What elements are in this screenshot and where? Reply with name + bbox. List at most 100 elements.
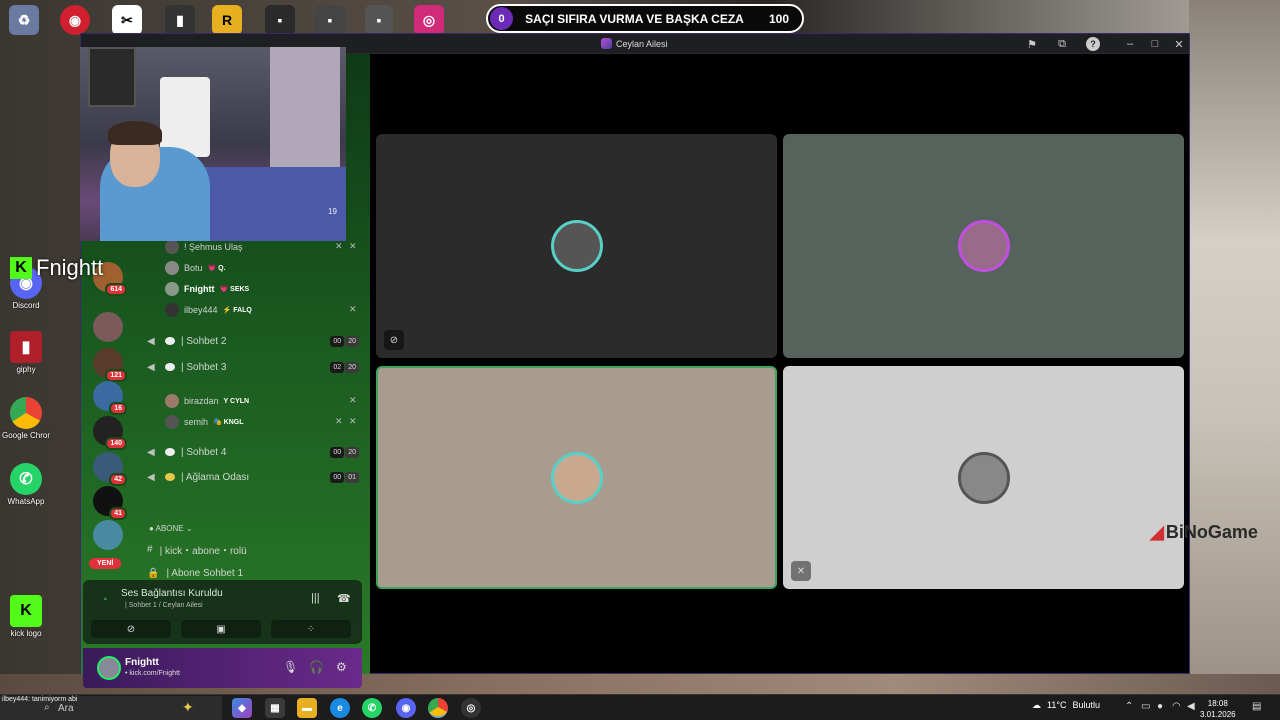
help-icon[interactable]: ? <box>1086 37 1100 51</box>
cloud-icon: ☁ <box>1032 700 1041 710</box>
rockstar-icon[interactable]: R <box>212 5 242 35</box>
chevron-up-icon[interactable]: ⌃ <box>1125 701 1133 712</box>
desktop-icon-giphy[interactable]: ▮ giphy <box>2 331 50 374</box>
member-tag: Y CYLN <box>223 397 250 405</box>
window-title: Ceylan Ailesi <box>601 38 668 49</box>
chat-bubble-icon <box>165 363 175 371</box>
channel-name: | Ağlama Odası <box>181 471 250 483</box>
voice-tile[interactable]: ✕ <box>783 366 1184 589</box>
noise-suppression-icon[interactable]: ||| <box>311 592 320 604</box>
copilot-icon[interactable]: ◆ <box>232 698 252 718</box>
voice-status[interactable]: Ses Bağlantısı Kuruldu <box>121 588 223 599</box>
voice-member[interactable]: ilbey444 ⚡ FALQ <box>165 302 252 318</box>
voice-member-self[interactable]: Fnightt 💗 SEKS <box>165 281 249 297</box>
muted-icon: ✕ <box>335 241 343 251</box>
binogame-watermark: ◢ BiNoGame <box>1150 522 1258 543</box>
popout-icon[interactable]: ⧉ <box>1055 37 1069 51</box>
microphone-icon[interactable]: ● <box>1157 701 1163 712</box>
voice-tile-speaking[interactable] <box>376 366 777 589</box>
webcam-bed <box>200 167 346 241</box>
member-tag: 🎭 KNGL <box>213 419 244 426</box>
notification-icon[interactable]: ▤ <box>1252 701 1261 712</box>
chat-bubble-icon <box>165 448 175 456</box>
desktop-icon-label: Google Chrome <box>2 431 50 440</box>
store-icon[interactable]: ▦ <box>265 698 285 718</box>
app-icon-thumb[interactable]: ▪ <box>265 5 295 35</box>
guild-icon[interactable]: 42 <box>93 452 127 486</box>
capcut-icon[interactable]: ✂ <box>112 5 142 35</box>
voice-channel-sohbet-3[interactable]: ◀ | Sohbet 3 02 20 <box>147 358 359 376</box>
voice-member[interactable]: ! Şehmus Ulaş <box>165 239 243 255</box>
avatar <box>165 303 179 317</box>
app-icon-dark[interactable]: ▮ <box>165 5 195 35</box>
goal-target: 100 <box>768 11 790 26</box>
guild-icon[interactable] <box>93 520 123 550</box>
text-channel-kick-abone[interactable]: # | kick・abone・rolü <box>147 540 247 558</box>
avatar <box>550 451 603 504</box>
chrome-icon[interactable] <box>428 698 448 718</box>
weather-widget[interactable]: ☁ 11°C Bulutlu <box>1032 700 1100 711</box>
guild-icon[interactable]: 41 <box>93 486 127 520</box>
voice-connection-panel: ◔ Ses Bağlantısı Kuruldu | Sohbet 1 / Ce… <box>83 580 362 644</box>
window-title-text: Ceylan Ailesi <box>616 38 668 49</box>
app-icon-thumb-3[interactable]: ▪ <box>365 5 393 35</box>
category-header[interactable]: ● ABONE ⌄ <box>149 524 193 533</box>
signal-icon: ◔ <box>101 594 108 606</box>
instagram-icon[interactable]: ◎ <box>414 5 444 35</box>
recycle-bin-icon[interactable]: ♻ <box>9 5 39 35</box>
desktop-icon-chrome[interactable]: Google Chrome <box>2 397 50 440</box>
maximize-icon[interactable]: □ <box>1148 37 1162 51</box>
voice-tile[interactable]: ⊘ <box>376 134 777 358</box>
voice-channel-sohbet-4[interactable]: ◀ | Sohbet 4 00 20 <box>147 443 359 461</box>
voice-member[interactable]: Botu 💗 Q. <box>165 260 226 276</box>
voice-channel-sohbet-2[interactable]: ◀ | Sohbet 2 00 20 <box>147 332 359 350</box>
member-name: Botu <box>184 263 203 273</box>
settings-icon[interactable]: ⚙ <box>336 660 347 674</box>
obs-icon[interactable]: ◎ <box>461 698 481 718</box>
system-clock[interactable]: 18:08 3.01.2026 <box>1200 698 1236 720</box>
close-icon[interactable]: ✕ <box>1172 37 1186 51</box>
voice-channel-aglama-odasi[interactable]: ◀ | Ağlama Odası 00 01 <box>147 468 359 486</box>
voice-location[interactable]: | Sohbet 1 / Ceylan Ailesi <box>125 602 203 609</box>
discord-icon[interactable]: ◉ <box>396 698 416 718</box>
microphone-icon[interactable]: 🎙 <box>283 660 298 674</box>
search-box[interactable]: ilbey444: tanimiyorm abi ⌕ Ara ✦ <box>0 696 222 720</box>
screenshare-button[interactable]: ▣ <box>181 620 261 638</box>
guild-icon[interactable] <box>93 312 123 342</box>
volume-icon[interactable]: ◀ <box>1187 701 1195 712</box>
voice-tile[interactable] <box>783 134 1184 358</box>
wifi-icon[interactable]: ◠ <box>1172 701 1181 712</box>
file-explorer-icon[interactable]: ▬ <box>297 698 317 718</box>
desktop-icon-whatsapp[interactable]: ✆ WhatsApp <box>2 463 50 506</box>
edge-icon[interactable]: e <box>330 698 350 718</box>
kick-username: Fnightt <box>36 255 104 280</box>
disconnect-icon[interactable]: ☎ <box>337 592 351 605</box>
desktop-icon-label: WhatsApp <box>7 497 45 506</box>
network-icon[interactable]: ▭ <box>1141 701 1150 712</box>
activities-icon: ⁘ <box>306 623 316 635</box>
whatsapp-icon[interactable]: ✆ <box>362 698 382 718</box>
inbox-icon[interactable]: ⚑ <box>1025 37 1039 51</box>
minimize-icon[interactable]: – <box>1123 37 1137 51</box>
guild-icon[interactable]: 140 <box>93 416 127 450</box>
app-icon-red[interactable]: ◉ <box>60 5 90 35</box>
deafened-icon: ✕ <box>349 241 357 251</box>
search-placeholder: Ara <box>58 703 74 714</box>
member-name: birazdan <box>184 396 219 406</box>
desktop-icon-kick[interactable]: K kick logo <box>2 595 50 638</box>
user-name[interactable]: Fnightt <box>125 657 159 668</box>
app-icon-thumb-2[interactable]: ▪ <box>315 5 345 35</box>
guild-icon[interactable]: 16 <box>93 381 127 415</box>
mention-badge: 16 <box>109 402 127 415</box>
guild-icon[interactable]: 121 <box>93 348 127 382</box>
clock-time: 18:08 <box>1207 699 1228 708</box>
desktop-icon-label: Discord <box>12 301 40 310</box>
voice-member[interactable]: birazdan Y CYLN <box>165 393 249 409</box>
avatar[interactable] <box>97 656 121 680</box>
activities-button[interactable]: ⁘ <box>271 620 351 638</box>
streamer-webcam: 19 <box>80 47 346 241</box>
channel-name: | Sohbet 2 <box>181 335 227 347</box>
headphones-icon[interactable]: 🎧 <box>309 660 324 674</box>
camera-button[interactable]: ⊘ <box>91 620 171 638</box>
voice-member[interactable]: semih 🎭 KNGL <box>165 414 244 430</box>
